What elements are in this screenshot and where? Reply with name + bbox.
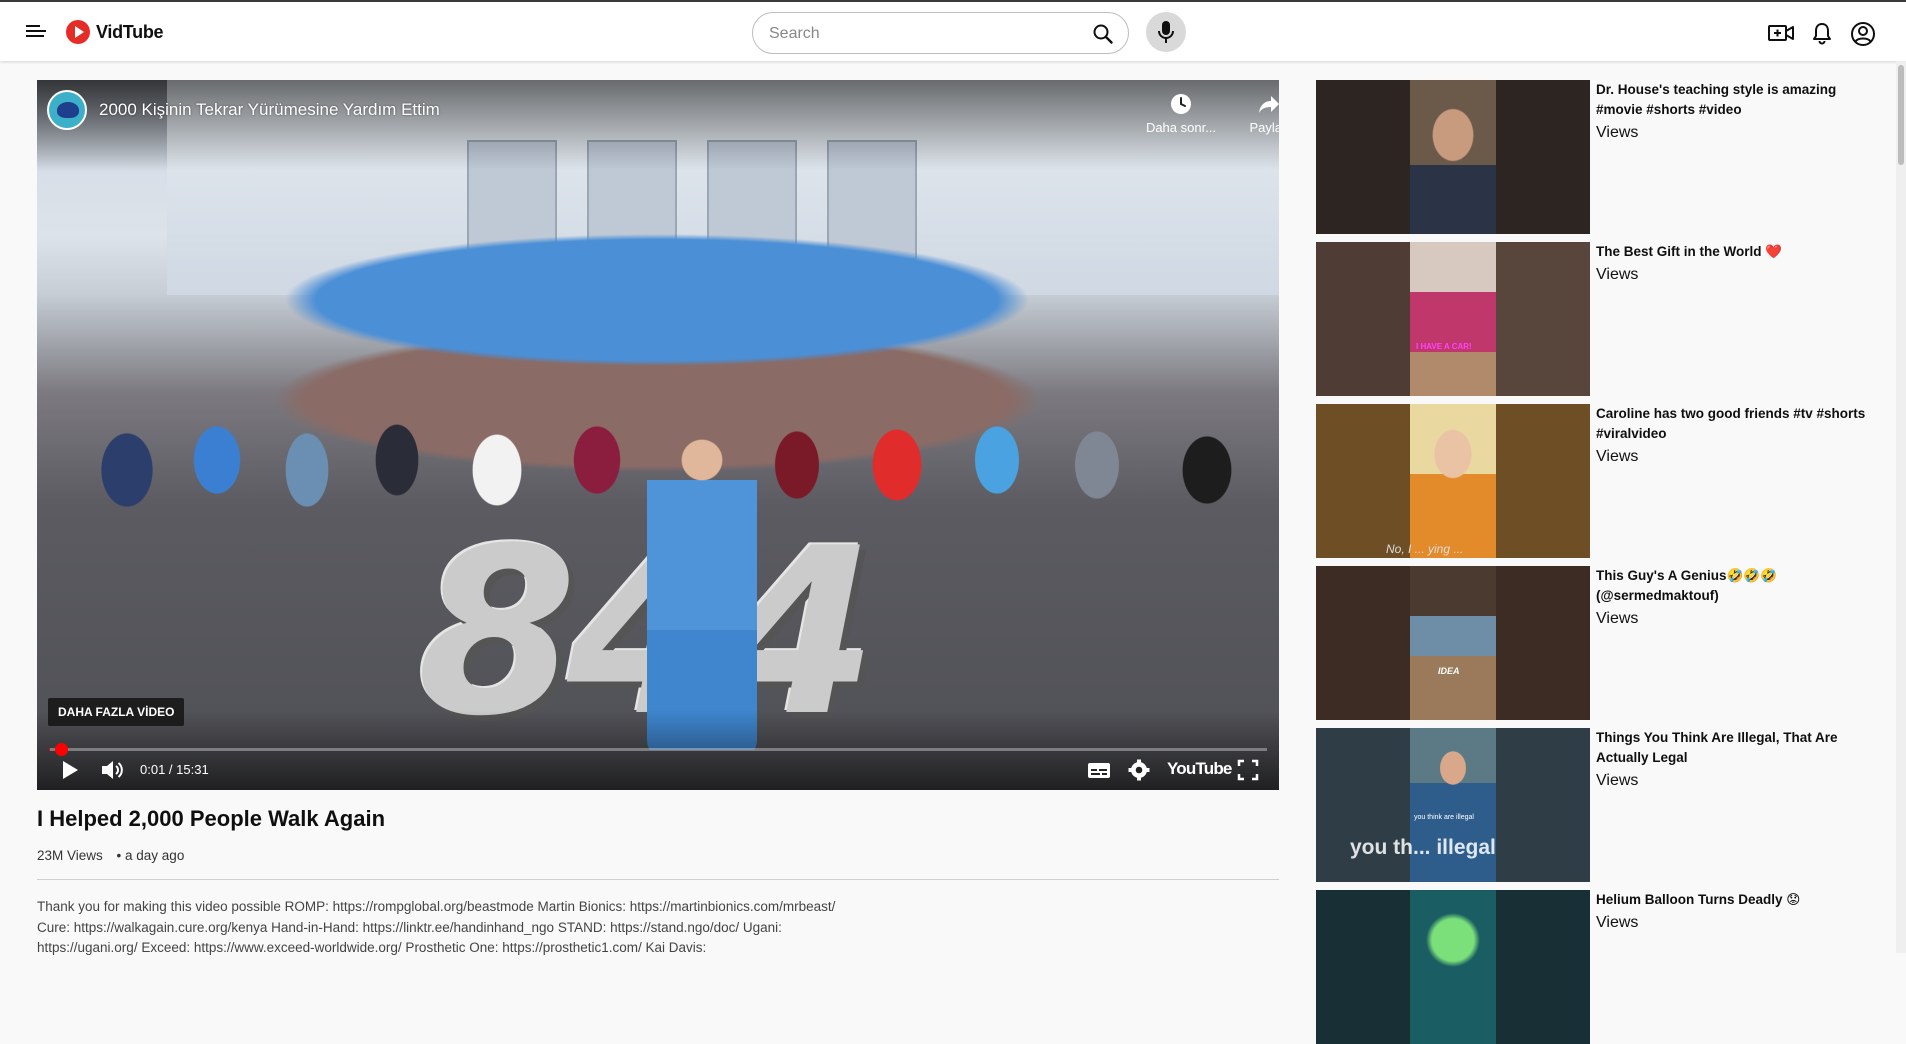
more-videos-button[interactable]: DAHA FAZLA VİDEO [48,698,185,726]
view-count: 23M Views [37,848,103,863]
recommendation-thumbnail[interactable]: IDEA [1316,566,1590,720]
recommendation-item[interactable]: Dr. House's teaching style is amazing #m… [1316,80,1886,234]
progress-bar[interactable] [49,743,1267,756]
recommendation-views: Views [1596,914,1639,931]
recommendation-title[interactable]: Caroline has two good friends #tv #short… [1596,404,1881,444]
recommendation-title[interactable]: This Guy's A Genius🤣🤣🤣 (@sermedmaktouf) [1596,566,1881,606]
volume-icon[interactable] [99,757,125,783]
share-arrow-icon [1259,96,1279,113]
recommendation-title[interactable]: Things You Think Are Illegal, That Are A… [1596,728,1881,768]
video-meta: 23M Views • a day ago [37,848,194,863]
recommendation-title[interactable]: Dr. House's teaching style is amazing #m… [1596,80,1881,120]
play-icon[interactable] [59,757,81,783]
recommendation-title-text: Helium Balloon Turns Deadly [1596,892,1783,907]
subtitles-icon[interactable] [1087,757,1111,783]
vidtube-logo[interactable]: VidTube [66,20,164,44]
upload-age: • a day ago [116,848,185,863]
recommendation-thumbnail[interactable]: you think are illegal you th... illegal [1316,728,1590,882]
recommendation-views: Views [1596,610,1639,627]
thumbnail-caption: I HAVE A CAR! [1416,342,1472,351]
heart-emoji-icon: ❤️ [1765,244,1783,259]
watch-later-button[interactable]: Daha sonr... [1141,92,1221,135]
video-title: I Helped 2,000 People Walk Again [37,806,386,831]
recommendation-thumbnail[interactable] [1316,890,1590,1044]
recommendation-title[interactable]: Helium Balloon Turns Deadly 😟 [1596,890,1881,910]
hamburger-menu-icon[interactable] [26,22,50,42]
search-icon[interactable] [1092,23,1114,45]
recommendation-views: Views [1596,266,1639,283]
thumbnail-caption-small: you think are illegal [1414,814,1474,821]
video-description: Thank you for making this video possible… [37,897,917,959]
laughing-emoji-icon: 🤣🤣🤣 [1726,568,1777,583]
worried-emoji-icon: 😟 [1786,892,1801,907]
microphone-icon[interactable] [1146,12,1186,52]
search-input[interactable] [769,23,1069,45]
recommendation-thumbnail[interactable] [1316,80,1590,234]
scrollbar-thumb[interactable] [1898,65,1904,165]
recommendation-title[interactable]: The Best Gift in the World ❤️ [1596,242,1881,262]
recommendation-views: Views [1596,124,1639,141]
player-overlay-title[interactable]: 2000 Kişinin Tekrar Yürümesine Yardım Et… [99,100,440,120]
progress-fill [49,748,51,751]
video-camera-icon[interactable] [1768,21,1794,45]
recommendation-item[interactable]: you think are illegal you th... illegal … [1316,728,1886,882]
time-display: 0:01 / 15:31 [140,762,209,777]
recommendation-item[interactable]: No, I ... ying ... Caroline has two good… [1316,404,1886,558]
top-bar: VidTube [0,0,1906,61]
divider [37,879,1279,880]
play-logo-icon [66,20,90,44]
thumbnail-caption: IDEA [1438,666,1460,676]
recommendation-title-text: This Guy's A Genius [1596,568,1727,583]
channel-avatar[interactable] [47,90,87,130]
account-icon[interactable] [1850,21,1876,46]
page-scrollbar[interactable] [1896,61,1906,953]
thumbnail-caption: No, I ... ying ... [1386,542,1464,556]
thumbnail-caption-large: you th... illegal [1350,836,1496,859]
watch-later-label: Daha sonr... [1145,120,1217,135]
fullscreen-icon[interactable] [1237,757,1259,783]
description-line: Cure: https://walkagain.cure.org/kenya H… [37,919,782,935]
video-frame: 844 [37,80,1279,790]
progress-scrubber-handle[interactable] [55,743,68,756]
description-line: Thank you for making this video possible… [37,899,836,914]
recommendation-title-line2: (@sermedmaktouf) [1596,588,1719,603]
video-player[interactable]: 844 2000 Kişinin Tekrar Yürümesine Yardı… [37,80,1279,790]
recommendation-item[interactable]: IDEA This Guy's A Genius🤣🤣🤣 (@sermedmakt… [1316,566,1886,720]
app-name: VidTube [96,21,164,42]
youtube-watermark-button[interactable]: YouTube [1167,759,1232,779]
recommendation-thumbnail[interactable]: I HAVE A CAR! [1316,242,1590,396]
settings-gear-icon[interactable] [1127,757,1151,783]
share-button[interactable]: Paylaş [1229,92,1279,135]
recommendation-title-text: The Best Gift in the World [1596,244,1762,259]
share-label: Paylaş [1249,120,1279,135]
bell-icon[interactable] [1810,21,1836,45]
clock-icon [1171,94,1191,114]
search-box [752,12,1129,54]
recommendation-thumbnail[interactable]: No, I ... ying ... [1316,404,1590,558]
recommendation-views: Views [1596,772,1639,789]
description-line: https://ugani.org/ Exceed: https://www.e… [37,940,707,955]
recommendation-item[interactable]: Helium Balloon Turns Deadly 😟 Views [1316,890,1886,1044]
recommendation-item[interactable]: I HAVE A CAR! The Best Gift in the World… [1316,242,1886,396]
recommendation-views: Views [1596,448,1639,465]
